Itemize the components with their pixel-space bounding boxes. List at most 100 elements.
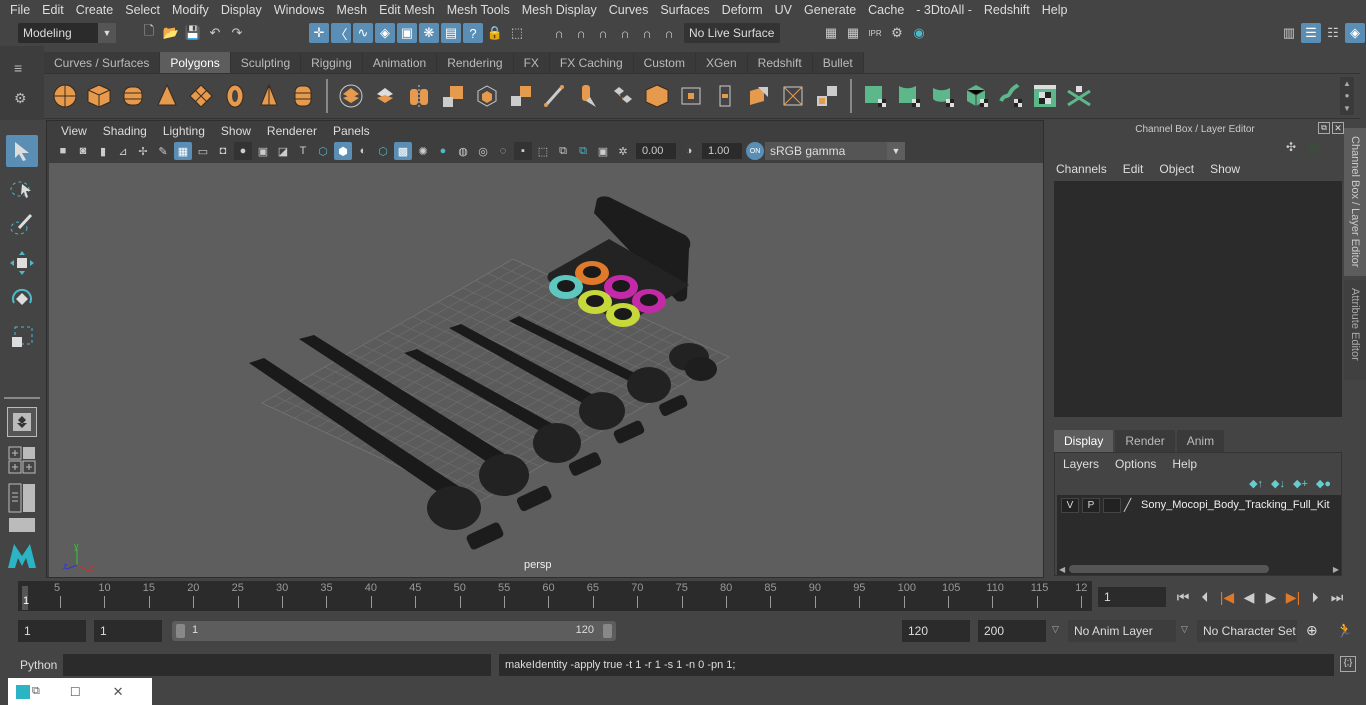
target-weld-icon[interactable] xyxy=(778,81,808,111)
exposure-field[interactable]: 0.00 xyxy=(636,143,676,159)
menu-curves[interactable]: Curves xyxy=(609,3,649,17)
shelf-menu-dot-icon[interactable]: ● xyxy=(1345,91,1350,100)
menu-edit[interactable]: Edit xyxy=(42,3,64,17)
new-scene-icon[interactable]: 🗋 xyxy=(139,23,159,43)
viewport-menu-renderer[interactable]: Renderer xyxy=(267,124,317,138)
live-surface-field[interactable]: No Live Surface xyxy=(684,23,780,43)
playback-toggle[interactable]: P xyxy=(1082,497,1100,513)
depth-of-field-icon[interactable]: ▪ xyxy=(514,142,532,160)
uv-cylindrical-icon[interactable] xyxy=(894,81,924,111)
motion-blur-icon[interactable]: ◎ xyxy=(474,142,492,160)
outliner-persp-layout-icon[interactable] xyxy=(6,481,38,515)
extrude-icon[interactable] xyxy=(574,81,604,111)
menu-uv[interactable]: UV xyxy=(775,3,792,17)
xray-active-icon[interactable]: ⧉ xyxy=(574,142,592,160)
hypershade-icon[interactable]: ◉ xyxy=(909,23,929,43)
quad-draw-icon[interactable] xyxy=(812,81,842,111)
grid-toggle-icon[interactable]: ▦ xyxy=(174,142,192,160)
menu-windows[interactable]: Windows xyxy=(274,3,325,17)
manipulator-icon[interactable] xyxy=(1308,142,1320,154)
shelf-tab-rendering[interactable]: Rendering xyxy=(437,52,514,73)
viewport-menu-panels[interactable]: Panels xyxy=(333,124,370,138)
menu-surfaces[interactable]: Surfaces xyxy=(660,3,709,17)
layer-row[interactable]: V P ╱ Sony_Mocopi_Body_Tracking_Full_Kit xyxy=(1057,495,1341,515)
select-misc-icon[interactable]: ? xyxy=(463,23,483,43)
select-surfaces-icon[interactable]: ▣ xyxy=(397,23,417,43)
shelf-tab-curves-surfaces[interactable]: Curves / Surfaces xyxy=(44,52,161,73)
go-to-end-icon[interactable]: ⏭ xyxy=(1326,586,1348,608)
paint-select-icon[interactable] xyxy=(6,209,38,241)
object-menu[interactable]: Object xyxy=(1159,162,1194,176)
maya-logo-icon[interactable] xyxy=(6,539,38,571)
poly-pyramid-icon[interactable] xyxy=(254,81,284,111)
bridge-icon[interactable] xyxy=(608,81,638,111)
shelf-tab-bullet[interactable]: Bullet xyxy=(812,52,864,73)
menu-redshift[interactable]: Redshift xyxy=(984,3,1030,17)
scroll-thumb[interactable] xyxy=(1069,565,1270,573)
redo-icon[interactable]: ↷ xyxy=(227,23,247,43)
append-to-polygon-icon[interactable] xyxy=(642,81,672,111)
menu-modify[interactable]: Modify xyxy=(172,3,209,17)
shelf-tab-sculpting[interactable]: Sculpting xyxy=(230,52,302,73)
select-render-icon[interactable]: ▤ xyxy=(441,23,461,43)
playback-start-field[interactable]: 1 xyxy=(94,620,162,642)
multi-cut-icon[interactable] xyxy=(676,81,706,111)
visibility-toggle[interactable]: V xyxy=(1061,497,1079,513)
menu-create[interactable]: Create xyxy=(76,3,114,17)
rotate-tool-icon[interactable] xyxy=(6,283,38,315)
undo-icon[interactable]: ↶ xyxy=(205,23,225,43)
range-end-handle[interactable] xyxy=(603,624,612,638)
menu-cache[interactable]: Cache xyxy=(868,3,904,17)
bookmark-icon[interactable]: ▮ xyxy=(94,142,112,160)
help-menu[interactable]: Help xyxy=(1172,457,1197,471)
poly-plane-icon[interactable] xyxy=(186,81,216,111)
menu-mesh[interactable]: Mesh xyxy=(337,3,368,17)
step-forward-frame-icon[interactable]: ⏵ xyxy=(1304,586,1326,608)
snap-diamond-icon[interactable]: ◈ xyxy=(375,23,395,43)
camera-select-icon[interactable]: ■ xyxy=(54,142,72,160)
axis-orient-icon[interactable]: ✣ xyxy=(1286,140,1296,154)
textured-icon[interactable]: ▩ xyxy=(394,142,412,160)
scroll-left-icon[interactable]: ◀ xyxy=(1059,565,1065,574)
use-all-lights-icon[interactable]: ✺ xyxy=(414,142,432,160)
camera-attributes-icon[interactable]: ◙ xyxy=(74,142,92,160)
safe-action-icon[interactable]: ◪ xyxy=(274,142,292,160)
uv-editor-icon[interactable] xyxy=(1030,81,1060,111)
shelf-scroll[interactable]: ▲ ● ▼ xyxy=(1340,77,1354,115)
maximize-icon[interactable]: ☐ xyxy=(70,685,81,699)
channel-list[interactable] xyxy=(1054,181,1342,417)
snap-view-plane-icon[interactable]: ∩ xyxy=(615,23,635,43)
poly-pipe-icon[interactable] xyxy=(288,81,318,111)
animation-preferences-icon[interactable]: 🏃 xyxy=(1336,622,1353,639)
command-language-label[interactable]: Python xyxy=(20,658,57,672)
workspace-dropdown[interactable]: Modeling ▼ xyxy=(18,23,116,43)
gate-mask-icon[interactable]: ● xyxy=(234,142,252,160)
highlight-selection-icon[interactable]: ⬚ xyxy=(507,23,527,43)
float-panel-icon[interactable]: ⧉ xyxy=(1318,122,1330,134)
poly-torus-icon[interactable] xyxy=(220,81,250,111)
field-chart-icon[interactable]: ▣ xyxy=(254,142,272,160)
shelf-tab-fx[interactable]: FX xyxy=(513,52,550,73)
shelf-tab-xgen[interactable]: XGen xyxy=(695,52,748,73)
snap-live-icon[interactable]: ∩ xyxy=(637,23,657,43)
new-layer-from-selected-icon[interactable]: ◆● xyxy=(1316,477,1331,490)
lock-icon[interactable]: 🔒 xyxy=(485,23,505,43)
select-by-hierarchy-icon[interactable]: ✛ xyxy=(309,23,329,43)
menu-file[interactable]: File xyxy=(10,3,30,17)
gamma-icon[interactable]: ◑ xyxy=(680,142,698,160)
step-back-frame-icon[interactable]: ⏴ xyxy=(1194,586,1216,608)
time-slider[interactable]: 5 10 15 20 25 30 35 40 45 50 55 60 65 70 75 80 85 90 95 100… xyxy=(18,581,1092,611)
menu-mesh-tools[interactable]: Mesh Tools xyxy=(447,3,510,17)
gamma-field[interactable]: 1.00 xyxy=(702,143,742,159)
scale-tool-icon[interactable] xyxy=(6,321,38,353)
render-current-frame-icon[interactable]: ▦ xyxy=(843,23,863,43)
range-start-handle[interactable] xyxy=(176,624,185,638)
viewport-menu-shading[interactable]: Shading xyxy=(103,124,147,138)
render-settings-icon[interactable]: ⚙ xyxy=(887,23,907,43)
character-set-dropdown[interactable]: No Character Set xyxy=(1197,620,1297,642)
new-empty-layer-icon[interactable]: ◆+ xyxy=(1293,477,1308,490)
modeling-toolkit-icon[interactable]: ▥ xyxy=(1279,23,1299,43)
anim-layer-chevron-down-icon[interactable]: ▽ xyxy=(1052,624,1059,635)
play-forwards-icon[interactable]: ▶ xyxy=(1260,586,1282,608)
anim-layer-dropdown[interactable]: No Anim Layer xyxy=(1068,620,1176,642)
